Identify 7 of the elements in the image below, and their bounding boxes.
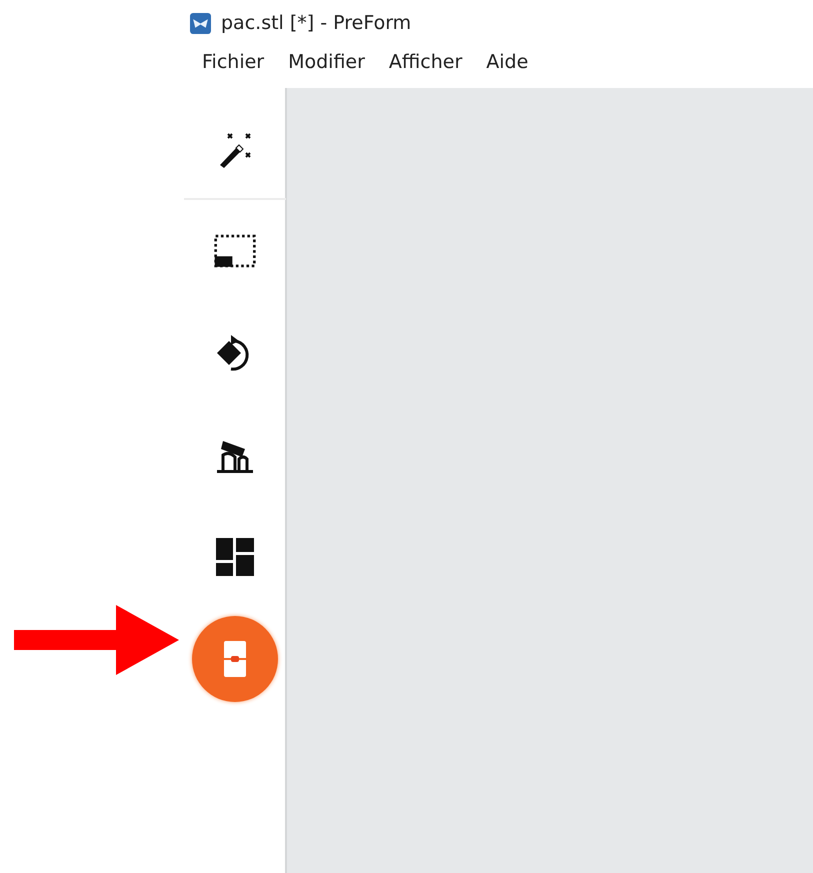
menu-item[interactable]: Modifier [278,51,375,73]
menu-item[interactable]: Aide [476,51,538,73]
menu-item[interactable]: Afficher [378,51,472,73]
menu-item[interactable]: Fichier [192,51,274,73]
window-title: pac.stl [*] - PreForm [221,12,412,34]
app-logo-icon [190,12,211,34]
layout-grid-icon [213,537,257,577]
